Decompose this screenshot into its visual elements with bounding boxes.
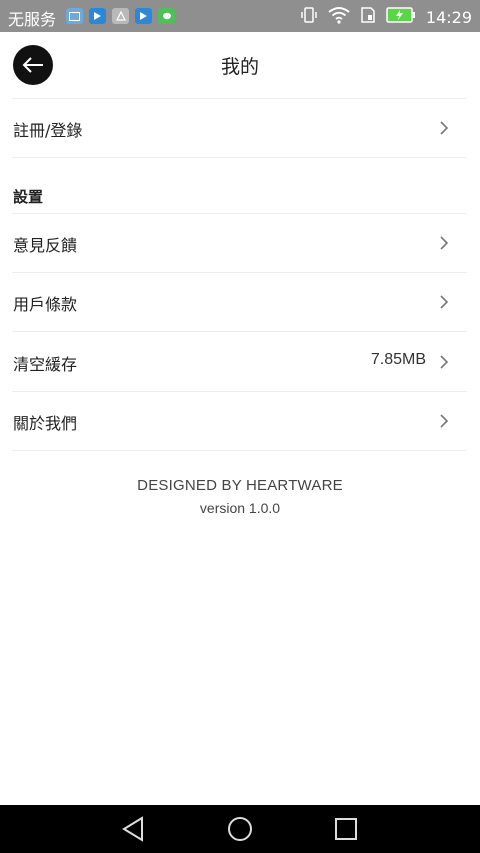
play-icon	[89, 8, 106, 24]
clear-cache-label: 清空緩存	[13, 355, 78, 374]
header: 我的	[0, 32, 480, 98]
recents-square-icon[interactable]	[331, 815, 361, 843]
divider	[12, 450, 467, 451]
register-login-row[interactable]: 註冊/登錄	[0, 99, 480, 157]
footer-version: version 1.0.0	[199, 500, 281, 516]
wifi-icon	[328, 6, 350, 28]
cache-size-value: 7.85MB	[370, 351, 426, 368]
about-us-label: 關於我們	[13, 414, 78, 433]
divider	[12, 157, 467, 158]
chevron-right-icon	[440, 236, 449, 250]
settings-section-title: 設置	[13, 188, 44, 206]
feedback-label: 意見反饋	[13, 236, 78, 255]
home-circle-icon[interactable]	[225, 815, 255, 843]
page-title: 我的	[220, 56, 259, 78]
feedback-row[interactable]: 意見反饋	[0, 214, 480, 272]
about-us-row[interactable]: 關於我們	[0, 392, 480, 450]
carrier-label: 无服务	[8, 10, 57, 29]
chat-icon	[158, 8, 175, 24]
chevron-right-icon	[440, 414, 449, 428]
message-icon	[66, 8, 83, 24]
clock: 14:29	[425, 7, 472, 27]
battery-icon	[386, 7, 416, 27]
footer-brand: DESIGNED BY HEARTWARE	[137, 477, 343, 494]
chevron-right-icon	[440, 355, 449, 369]
chevron-right-icon	[440, 295, 449, 309]
chevron-right-icon	[440, 121, 449, 135]
user-terms-row[interactable]: 用戶條款	[0, 273, 480, 331]
app-icon	[112, 8, 129, 24]
notification-icons	[66, 8, 175, 24]
back-triangle-icon[interactable]	[119, 815, 149, 843]
divider	[12, 331, 467, 332]
navigation-bar	[0, 805, 480, 853]
user-terms-label: 用戶條款	[13, 295, 78, 314]
sim-icon	[360, 6, 376, 28]
vibrate-icon	[300, 6, 318, 28]
register-login-label: 註冊/登錄	[13, 121, 83, 140]
clear-cache-row[interactable]: 清空緩存 7.85MB	[0, 333, 480, 391]
status-bar: 无服务 14:29	[0, 0, 480, 32]
status-right: 14:29	[300, 6, 472, 28]
play-icon	[135, 8, 152, 24]
